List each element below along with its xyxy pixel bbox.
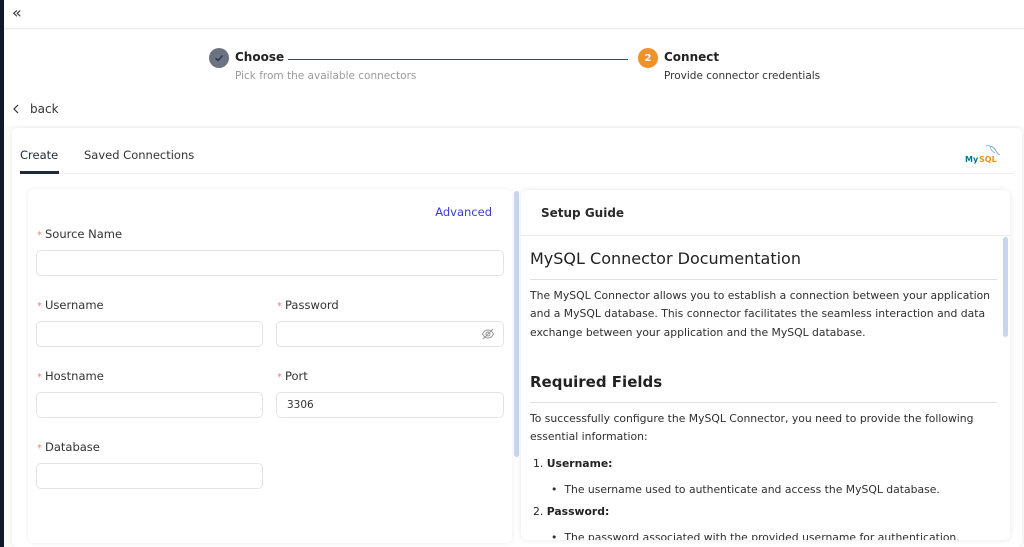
source-name-label: * Source Name <box>37 227 123 241</box>
double-chevron-left-icon[interactable]: « <box>12 2 22 24</box>
active-tab-indicator <box>20 171 59 174</box>
divider <box>530 279 997 280</box>
mysql-logo: My SQL <box>965 145 1001 164</box>
connection-form: Advanced * Source Name * Username * Passwor… <box>28 189 519 543</box>
list-item: 1. Username: <box>533 457 613 470</box>
step-title: Choose <box>235 50 285 64</box>
required-fields-intro: To successfully configure the MySQL Conn… <box>530 412 974 444</box>
tab-bar: Create Saved Connections My SQL <box>20 128 1014 174</box>
setup-guide-content: MySQL Connector Documentation The MySQL … <box>521 237 1010 540</box>
username-input[interactable] <box>36 321 263 347</box>
back-button[interactable]: back <box>12 102 59 116</box>
page: « Choose Pick from the available connect… <box>4 0 1024 547</box>
port-label: * Port <box>277 369 308 383</box>
svg-text:My: My <box>965 155 979 164</box>
list-item-detail: The password associated with the provide… <box>551 531 959 540</box>
list-item-detail: The username used to authenticate and ac… <box>551 483 939 496</box>
setup-guide-header: Setup Guide <box>521 190 1010 236</box>
step-title: Connect <box>664 50 720 64</box>
doc-title: MySQL Connector Documentation <box>530 249 801 268</box>
database-label: * Database <box>37 440 100 454</box>
required-marker: * <box>37 301 42 312</box>
step-description: Provide connector credentials <box>664 70 821 82</box>
required-marker: * <box>277 372 282 383</box>
password-label: * Password <box>277 298 339 312</box>
step-connector-line <box>288 59 628 60</box>
setup-guide-panel: Setup Guide MySQL Connector Documentatio… <box>521 190 1010 540</box>
divider <box>530 402 997 403</box>
hostname-input[interactable] <box>36 392 263 418</box>
required-fields-heading: Required Fields <box>530 373 663 391</box>
connector-card: Create Saved Connections My SQL Advanced… <box>12 128 1022 547</box>
source-name-input[interactable] <box>36 250 504 276</box>
check-icon <box>209 48 229 68</box>
form-scrollbar[interactable] <box>514 191 519 457</box>
database-input[interactable] <box>36 463 263 489</box>
chevron-left-icon <box>13 104 19 114</box>
svg-text:SQL: SQL <box>979 155 997 164</box>
advanced-link[interactable]: Advanced <box>435 205 492 219</box>
step-number: 2 <box>638 48 658 68</box>
doc-intro: The MySQL Connector allows you to establ… <box>530 289 991 339</box>
required-marker: * <box>37 372 42 383</box>
required-marker: * <box>37 230 42 241</box>
guide-scrollbar[interactable] <box>1003 237 1008 337</box>
username-label: * Username <box>37 298 104 312</box>
back-label: back <box>30 102 59 116</box>
tab-create[interactable]: Create <box>20 148 58 162</box>
port-input[interactable] <box>276 392 504 418</box>
step-description: Pick from the available connectors <box>235 70 417 82</box>
hostname-label: * Hostname <box>37 369 104 383</box>
list-item: 2. Password: <box>533 505 610 518</box>
required-marker: * <box>277 301 282 312</box>
setup-guide-title: Setup Guide <box>541 206 625 220</box>
top-bar: « <box>4 0 1024 29</box>
tab-saved-connections[interactable]: Saved Connections <box>84 148 194 162</box>
password-input[interactable] <box>276 321 504 347</box>
eye-off-icon[interactable] <box>481 327 495 341</box>
required-marker: * <box>37 443 42 454</box>
stepper: Choose Pick from the available connector… <box>4 30 1024 126</box>
